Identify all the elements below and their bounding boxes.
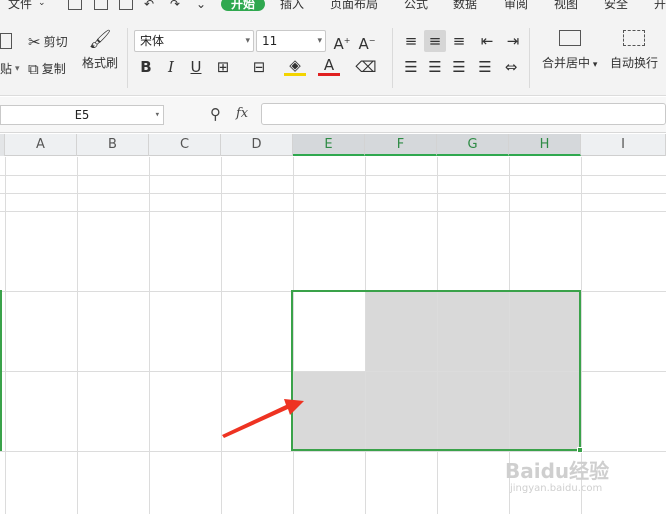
tab-home[interactable]: 开始 bbox=[221, 0, 266, 11]
ribbon: 文件 ⌄ ↶ ↷ ⌄ 开始 插入 页面布局 公式 数据 审阅 视图 安全 开 贴… bbox=[0, 0, 666, 96]
paste-label-text: 贴 bbox=[0, 62, 13, 76]
row-selection-indicator bbox=[0, 290, 4, 451]
column-header-b[interactable]: B bbox=[77, 134, 149, 156]
name-box[interactable]: E5 ▾ bbox=[0, 105, 164, 125]
grid-line bbox=[0, 193, 666, 194]
name-box-value: E5 bbox=[74, 108, 90, 122]
tab-security[interactable]: 安全 bbox=[604, 0, 628, 11]
format-painter-icon: 🖌 bbox=[88, 29, 112, 50]
undo-icon[interactable]: ↶ bbox=[144, 0, 154, 11]
chevron-down-icon: ▾ bbox=[245, 36, 250, 46]
grid-line bbox=[0, 451, 666, 452]
decrease-indent-icon[interactable]: ⇤ bbox=[476, 30, 498, 52]
chevron-down-icon: ▾ bbox=[15, 63, 20, 74]
more-icon[interactable]: ⌄ bbox=[196, 0, 206, 11]
grid-line bbox=[0, 175, 666, 176]
copy-button[interactable]: ⧉ 复制 bbox=[28, 60, 66, 77]
chevron-down-icon[interactable]: ⌄ bbox=[38, 0, 46, 10]
align-bottom-icon[interactable]: ≡ bbox=[448, 30, 470, 52]
wrap-text-button[interactable]: 自动换行 bbox=[610, 30, 658, 71]
underline-icon[interactable]: U bbox=[185, 56, 207, 78]
cell-style-icon[interactable]: ⊟ bbox=[248, 56, 270, 78]
font-size-value: 11 bbox=[262, 34, 278, 48]
cut-label: 剪切 bbox=[43, 35, 68, 49]
tab-formulas[interactable]: 公式 bbox=[404, 0, 428, 11]
arrow-shape bbox=[222, 399, 304, 438]
paste-label[interactable]: 贴 ▾ bbox=[0, 60, 20, 77]
divider bbox=[127, 28, 128, 88]
baidu-jingyan-logo: Baidu经验 bbox=[505, 459, 610, 483]
cut-button[interactable]: ✂ 剪切 bbox=[28, 33, 68, 50]
format-painter-label: 格式刷 bbox=[82, 56, 119, 70]
increase-font-icon[interactable]: A+ bbox=[331, 30, 353, 53]
copy-icon: ⧉ bbox=[28, 59, 39, 78]
formula-input[interactable] bbox=[261, 103, 666, 125]
print-icon[interactable] bbox=[94, 0, 108, 10]
watermark-url: jingyan.baidu.com bbox=[510, 483, 603, 494]
justify-icon[interactable]: ☰ bbox=[474, 56, 496, 78]
clear-format-icon[interactable]: ⌫ bbox=[355, 56, 377, 78]
distributed-icon[interactable]: ⇔ bbox=[500, 56, 522, 78]
selection-range[interactable] bbox=[291, 290, 581, 451]
cell-grid[interactable]: Baidu经验 jingyan.baidu.com bbox=[0, 157, 666, 514]
tab-data[interactable]: 数据 bbox=[453, 0, 477, 11]
fill-handle[interactable] bbox=[577, 447, 583, 453]
bold-icon[interactable]: B bbox=[135, 56, 157, 78]
print-preview-icon[interactable] bbox=[119, 0, 133, 10]
wrap-text-icon bbox=[623, 30, 645, 46]
format-painter-button[interactable]: 🖌 格式刷 bbox=[82, 29, 119, 71]
align-right-icon[interactable]: ☰ bbox=[448, 56, 470, 78]
border-icon[interactable]: ⊞ bbox=[212, 56, 234, 78]
chevron-down-icon: ▾ bbox=[154, 110, 160, 120]
menu-bar: 文件 ⌄ ↶ ↷ ⌄ 开始 插入 页面布局 公式 数据 审阅 视图 安全 开 bbox=[0, 0, 666, 14]
formula-bar: E5 ▾ ⚲ fx bbox=[0, 97, 666, 133]
font-color-icon[interactable]: A bbox=[318, 56, 340, 76]
column-header-c[interactable]: C bbox=[149, 134, 221, 156]
tab-view[interactable]: 视图 bbox=[554, 0, 578, 11]
wrap-text-label: 自动换行 bbox=[610, 56, 659, 70]
tab-review[interactable]: 审阅 bbox=[504, 0, 528, 11]
align-center-icon[interactable]: ☰ bbox=[424, 56, 446, 78]
grid-line bbox=[0, 211, 666, 212]
merge-center-button[interactable]: 合并居中 ▾ bbox=[542, 30, 597, 71]
merge-center-label: 合并居中 ▾ bbox=[542, 56, 598, 70]
save-icon[interactable] bbox=[68, 0, 82, 10]
tab-more[interactable]: 开 bbox=[654, 0, 666, 11]
scissors-icon: ✂ bbox=[28, 32, 41, 51]
column-header-i[interactable]: I bbox=[581, 134, 666, 156]
fx-icon[interactable]: fx bbox=[236, 106, 248, 121]
fill-color-icon[interactable]: ◈ bbox=[284, 56, 306, 76]
tab-insert[interactable]: 插入 bbox=[280, 0, 304, 11]
tab-page-layout[interactable]: 页面布局 bbox=[330, 0, 378, 11]
paste-icon bbox=[0, 33, 12, 49]
column-headers: A B C D E F G H I bbox=[0, 134, 666, 156]
column-header-h[interactable]: H bbox=[509, 134, 581, 156]
column-header-f[interactable]: F bbox=[365, 134, 437, 156]
increase-indent-icon[interactable]: ⇥ bbox=[502, 30, 524, 52]
align-top-icon[interactable]: ≡ bbox=[400, 30, 422, 52]
divider bbox=[529, 28, 530, 88]
decrease-font-icon[interactable]: A− bbox=[356, 30, 378, 53]
align-left-icon[interactable]: ☰ bbox=[400, 56, 422, 78]
column-header-g[interactable]: G bbox=[437, 134, 509, 156]
merge-cells-icon bbox=[558, 30, 581, 46]
font-family-value: 宋体 bbox=[140, 34, 165, 48]
red-arrow-annotation bbox=[222, 399, 304, 438]
column-header-a[interactable]: A bbox=[5, 134, 77, 156]
redo-icon[interactable]: ↷ bbox=[170, 0, 180, 11]
align-middle-icon[interactable]: ≡ bbox=[424, 30, 446, 52]
column-header-d[interactable]: D bbox=[221, 134, 293, 156]
font-family-select[interactable]: 宋体 ▾ bbox=[134, 30, 254, 52]
paste-button[interactable] bbox=[0, 33, 12, 49]
column-header-e[interactable]: E bbox=[293, 134, 365, 156]
divider bbox=[392, 28, 393, 88]
font-size-select[interactable]: 11 ▾ bbox=[256, 30, 326, 52]
italic-icon[interactable]: I bbox=[160, 56, 182, 78]
zoom-search-icon[interactable]: ⚲ bbox=[210, 105, 221, 123]
menu-file[interactable]: 文件 bbox=[8, 0, 32, 11]
chevron-down-icon: ▾ bbox=[317, 36, 322, 46]
copy-label: 复制 bbox=[41, 62, 66, 76]
